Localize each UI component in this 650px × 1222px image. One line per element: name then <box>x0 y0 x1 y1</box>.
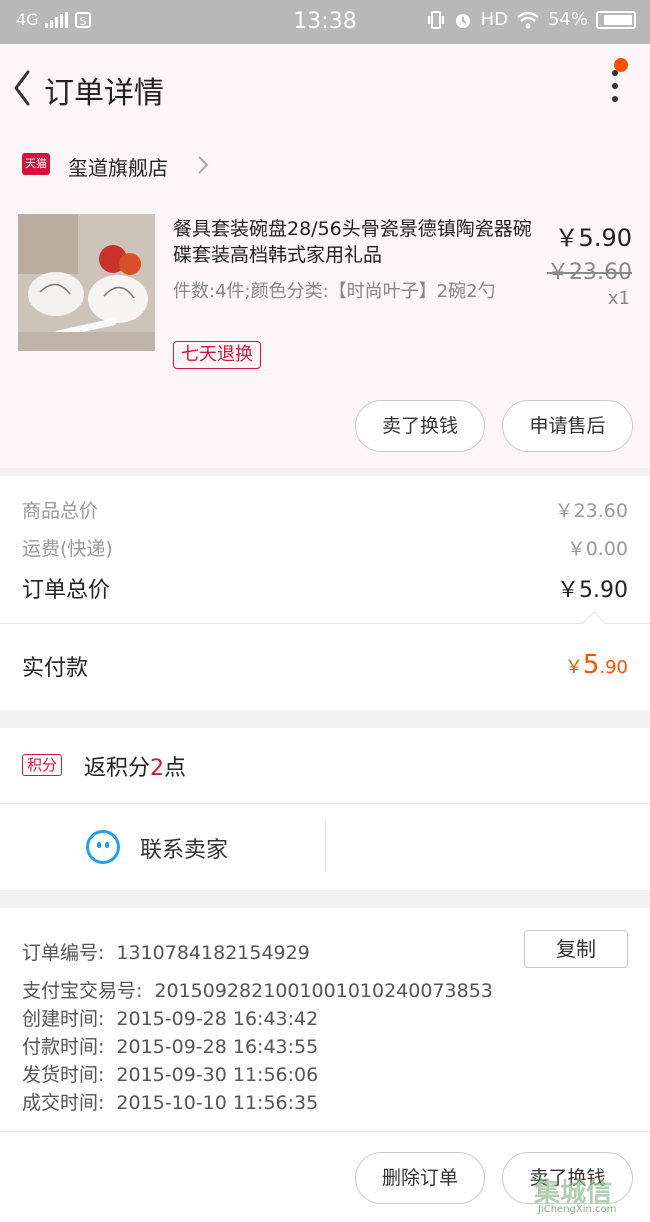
points-prefix: 返积分 <box>84 756 151 781</box>
info-value: 2015-09-30 11:56:06 <box>116 1064 319 1086</box>
paid-dec: .90 <box>599 657 628 678</box>
hd-label: HD <box>480 9 508 30</box>
info-alipay-number: 支付宝交易号: 2015092821001001010240073853 <box>22 976 493 1003</box>
price-summary: 商品总价 ￥23.60 运费(快递) ￥0.00 订单总价 ￥5.90 实付款 … <box>0 476 650 710</box>
watermark-logo: 集城信 JiChengXin.com <box>526 1166 646 1220</box>
item-price: ￥5.90 <box>554 224 632 252</box>
info-key: 成交时间: <box>22 1092 105 1114</box>
divider <box>0 623 650 624</box>
copy-button[interactable]: 复制 <box>524 930 628 968</box>
product-image[interactable] <box>18 214 155 351</box>
status-bar: 4G S 13:38 HD 54% <box>0 0 650 44</box>
contact-seller-label: 联系卖家 <box>140 838 229 863</box>
page-title: 订单详情 <box>44 76 164 111</box>
product-title[interactable]: 餐具套装碗盘28/56头骨瓷景德镇陶瓷器碗碟套装高档韩式家用礼品 <box>173 216 533 268</box>
vibrate-icon <box>427 10 444 29</box>
info-shipped-time: 发货时间: 2015-09-30 11:56:06 <box>22 1060 318 1087</box>
info-key: 支付宝交易号: <box>22 980 143 1002</box>
goods-total-value: ￥23.60 <box>554 500 628 522</box>
info-order-number: 订单编号: 1310784182154929 <box>22 938 310 965</box>
info-key: 订单编号: <box>22 942 105 964</box>
points-badge: 积分 <box>22 754 63 776</box>
order-total-label: 订单总价 <box>22 578 111 603</box>
order-item[interactable]: 餐具套装碗盘28/56头骨瓷景德镇陶瓷器碗碟套装高档韩式家用礼品 件数:4件;颜… <box>0 198 650 468</box>
info-value: 2015-10-10 11:56:35 <box>116 1092 319 1114</box>
contact-seller-button[interactable]: 联系卖家 <box>0 804 325 890</box>
info-value: 2015-09-28 16:43:42 <box>116 1008 319 1030</box>
info-paid-time: 付款时间: 2015-09-28 16:43:55 <box>22 1032 318 1059</box>
wifi-icon <box>517 11 539 28</box>
shop-name[interactable]: 玺道旗舰店 <box>68 152 168 181</box>
paid-label: 实付款 <box>22 656 89 681</box>
caret-up-icon <box>582 611 606 624</box>
back-arrow-icon[interactable] <box>10 66 40 110</box>
points-contact-section: 积分 返积分2点 联系卖家 <box>0 728 650 890</box>
sell-button[interactable]: 卖了换钱 <box>355 400 485 452</box>
paid-int: 5 <box>582 650 600 680</box>
points-number: 2 <box>150 756 165 781</box>
item-original-price: ￥23.60 <box>547 260 632 285</box>
points-text: 返积分2点 <box>84 750 186 782</box>
shipping-label: 运费(快递) <box>22 538 113 560</box>
delete-order-button[interactable]: 删除订单 <box>355 1152 485 1204</box>
info-created-time: 创建时间: 2015-09-28 16:43:42 <box>22 1004 318 1031</box>
divider <box>0 1131 650 1132</box>
more-vertical-icon[interactable] <box>610 70 620 110</box>
info-value: 1310784182154929 <box>116 942 310 964</box>
product-spec: 件数:4件;颜色分类:【时尚叶子】2碗2勺 <box>173 281 496 302</box>
battery-icon <box>596 10 636 29</box>
order-info: 复制 订单编号: 1310784182154929 支付宝交易号: 20150928… <box>0 908 650 1222</box>
status-right: HD 54% <box>427 9 636 30</box>
shipping-value: ￥0.00 <box>566 538 628 560</box>
battery-percent: 54% <box>547 9 588 30</box>
info-value: 2015-09-28 16:43:55 <box>116 1036 319 1058</box>
watermark-sub: JiChengXin.com <box>538 1204 617 1215</box>
tmall-logo-icon: 天猫 <box>22 153 50 175</box>
seven-day-return-tag: 七天退换 <box>173 341 261 369</box>
info-key: 发货时间: <box>22 1064 105 1086</box>
vertical-divider <box>325 820 326 872</box>
paid-currency: ￥ <box>564 657 583 678</box>
goods-total-label: 商品总价 <box>22 500 99 522</box>
shop-row[interactable]: 天猫 玺道旗舰店 <box>0 132 650 198</box>
after-sale-button[interactable]: 申请售后 <box>502 400 633 452</box>
paid-value: ￥5.90 <box>565 650 628 680</box>
info-value: 2015092821001001010240073853 <box>154 980 493 1002</box>
alarm-icon <box>455 13 470 28</box>
order-total-value: ￥5.90 <box>557 578 628 603</box>
points-suffix: 点 <box>164 756 187 781</box>
info-completed-time: 成交时间: 2015-10-10 11:56:35 <box>22 1088 318 1115</box>
nav-bar: 订单详情 <box>0 44 650 132</box>
wangwang-icon <box>86 830 120 864</box>
item-quantity: x1 <box>607 288 630 309</box>
notification-dot <box>614 58 628 72</box>
chevron-right-icon <box>198 156 209 174</box>
info-key: 付款时间: <box>22 1036 105 1058</box>
info-key: 创建时间: <box>22 1008 105 1030</box>
